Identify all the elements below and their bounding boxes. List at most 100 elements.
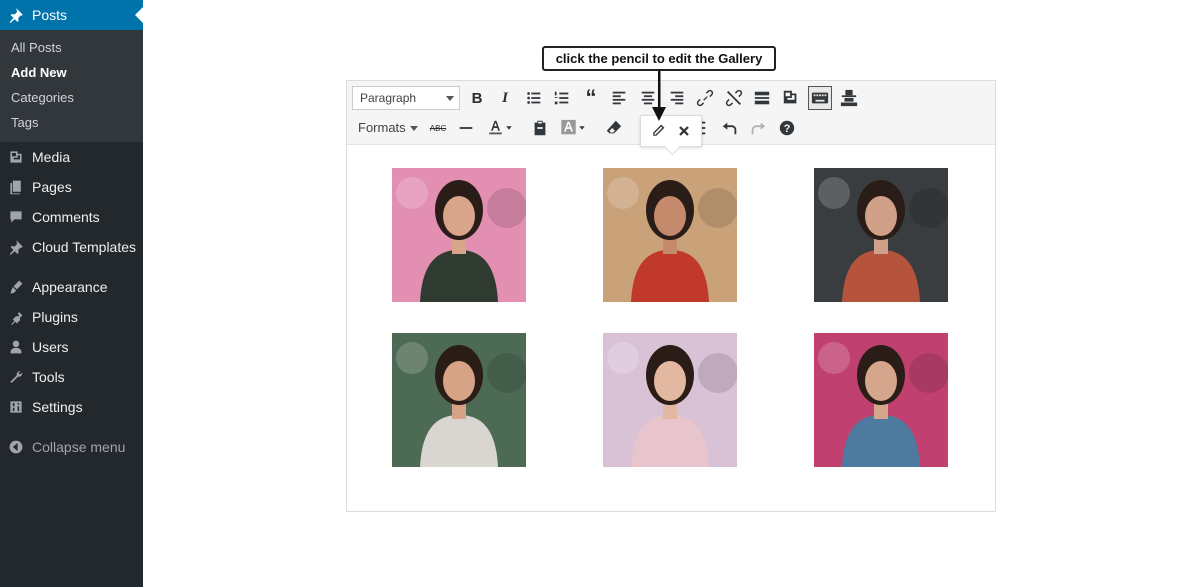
formats-dropdown[interactable]: Formats — [358, 118, 418, 138]
sidebar-item-tools[interactable]: Tools — [0, 362, 143, 392]
background-color-button[interactable] — [556, 116, 590, 140]
submenu-all-posts[interactable]: All Posts — [0, 35, 143, 60]
align-left-button[interactable] — [607, 86, 631, 110]
numbered-list-button[interactable] — [550, 86, 574, 110]
align-left-icon — [612, 91, 626, 105]
sidebar-item-label: Pages — [32, 179, 72, 195]
pencil-icon — [653, 124, 665, 136]
gallery-image[interactable] — [603, 168, 737, 302]
gallery-image[interactable] — [814, 168, 948, 302]
undo-button[interactable] — [718, 116, 742, 140]
chevron-down-icon — [409, 126, 418, 132]
redo-icon — [751, 122, 766, 135]
sidebar-item-label: Tools — [32, 369, 65, 385]
text-color-button[interactable] — [483, 116, 517, 140]
sidebar-item-plugins[interactable]: Plugins — [0, 302, 143, 332]
collapse-menu-button[interactable]: Collapse menu — [0, 432, 143, 462]
toolbar-toggle-button[interactable] — [808, 86, 832, 110]
strikethrough-icon: ABC — [429, 123, 447, 133]
sidebar-item-settings[interactable]: Settings — [0, 392, 143, 422]
submenu-tags[interactable]: Tags — [0, 110, 143, 135]
sidebar-item-media[interactable]: Media — [0, 142, 143, 172]
align-right-icon — [670, 91, 684, 105]
italic-icon: I — [502, 89, 508, 106]
gallery-image[interactable] — [603, 333, 737, 467]
media-icon — [8, 149, 24, 165]
bullet-list-button[interactable] — [522, 86, 546, 110]
strikethrough-button[interactable]: ABC — [426, 116, 450, 140]
callout-text: click the pencil to edit the Gallery — [555, 51, 763, 66]
sidebar-item-label: Cloud Templates — [32, 239, 137, 255]
sidebar-item-label: Plugins — [32, 309, 78, 325]
undo-icon — [722, 122, 737, 135]
posts-submenu: All Posts Add New Categories Tags — [0, 30, 143, 142]
gallery-image-photo — [392, 168, 526, 302]
sidebar-item-posts[interactable]: Posts — [0, 0, 143, 30]
media-icon — [783, 90, 797, 104]
add-media-button[interactable] — [779, 86, 803, 110]
eraser-icon — [606, 120, 622, 134]
sidebar-item-label: Users — [32, 339, 69, 355]
brush-icon — [8, 279, 24, 295]
user-icon — [8, 339, 24, 355]
insert-link-button[interactable] — [693, 86, 717, 110]
clipboard-icon — [534, 120, 546, 136]
sidebar-item-appearance[interactable]: Appearance — [0, 272, 143, 302]
collapse-menu-label: Collapse menu — [32, 439, 126, 455]
custom-plugin-button[interactable] — [837, 86, 861, 110]
comment-icon — [8, 209, 24, 225]
redo-button[interactable] — [746, 116, 770, 140]
remove-gallery-button[interactable] — [673, 120, 695, 142]
gallery-image-photo — [814, 168, 948, 302]
horizontal-line-icon — [459, 127, 473, 129]
gallery-image[interactable] — [392, 333, 526, 467]
svg-text:?: ? — [784, 123, 791, 135]
align-right-button[interactable] — [665, 86, 689, 110]
collapse-arrow-icon — [8, 439, 24, 455]
help-icon: ? — [779, 120, 795, 136]
highlight-icon — [561, 119, 585, 135]
quote-icon: “ — [585, 85, 597, 110]
gallery-image-photo — [392, 333, 526, 467]
sidebar-item-users[interactable]: Users — [0, 332, 143, 362]
settings-icon — [8, 399, 24, 415]
submenu-add-new[interactable]: Add New — [0, 60, 143, 85]
sidebar-item-cloud-templates[interactable]: Cloud Templates — [0, 232, 143, 262]
sidebar-item-pages[interactable]: Pages — [0, 172, 143, 202]
clear-formatting-button[interactable] — [602, 116, 626, 140]
gallery-image[interactable] — [392, 168, 526, 302]
keyboard-icon — [811, 92, 829, 104]
pushpin-icon — [8, 7, 24, 23]
pages-icon — [8, 179, 24, 195]
blockquote-button[interactable]: “ — [579, 85, 603, 110]
gallery-image[interactable] — [814, 333, 948, 467]
gallery-image-photo — [603, 168, 737, 302]
sidebar-item-label: Comments — [32, 209, 100, 225]
bullet-list-icon — [527, 92, 541, 104]
sidebar-item-label: Media — [32, 149, 71, 165]
paste-as-text-button[interactable] — [528, 116, 552, 140]
formats-label: Formats — [358, 120, 406, 135]
plugin-icon — [8, 309, 24, 325]
read-more-button[interactable] — [750, 86, 774, 110]
chevron-down-icon — [446, 96, 454, 101]
sidebar-item-comments[interactable]: Comments — [0, 202, 143, 232]
help-button[interactable]: ? — [775, 116, 799, 140]
callout-arrow-icon — [652, 71, 666, 121]
gallery-image-photo — [603, 333, 737, 467]
close-icon — [679, 126, 689, 136]
bold-icon: B — [471, 89, 483, 107]
submenu-categories[interactable]: Categories — [0, 85, 143, 110]
menu-separator — [0, 422, 143, 432]
menu-separator — [0, 262, 143, 272]
italic-button[interactable]: I — [493, 86, 517, 110]
horizontal-line-button[interactable] — [454, 116, 478, 140]
remove-link-button[interactable] — [722, 86, 746, 110]
edit-gallery-button[interactable] — [647, 120, 669, 142]
tutorial-callout: click the pencil to edit the Gallery — [542, 46, 776, 71]
incognito-icon — [840, 89, 858, 107]
paragraph-format-select[interactable]: Paragraph — [352, 86, 460, 110]
link-icon — [696, 89, 714, 107]
toolbar-row-1: Paragraph B I “ — [347, 83, 995, 113]
bold-button[interactable]: B — [465, 86, 489, 110]
